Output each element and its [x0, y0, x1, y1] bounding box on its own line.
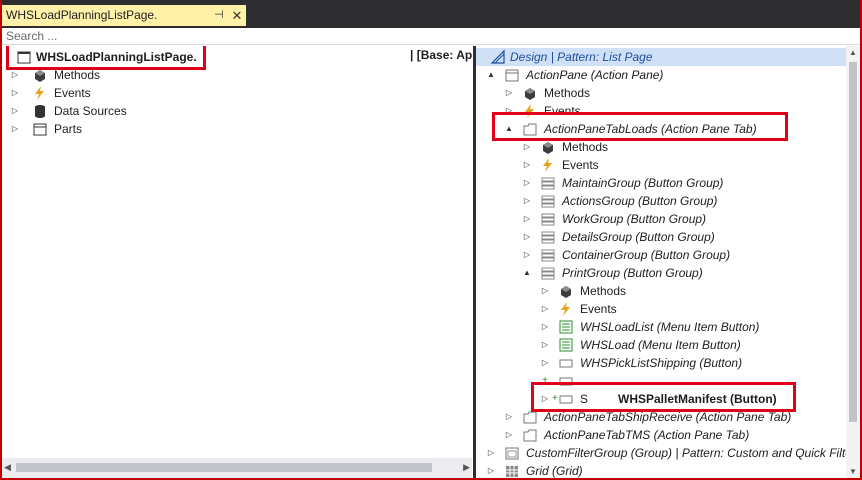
window-frame [0, 0, 862, 480]
